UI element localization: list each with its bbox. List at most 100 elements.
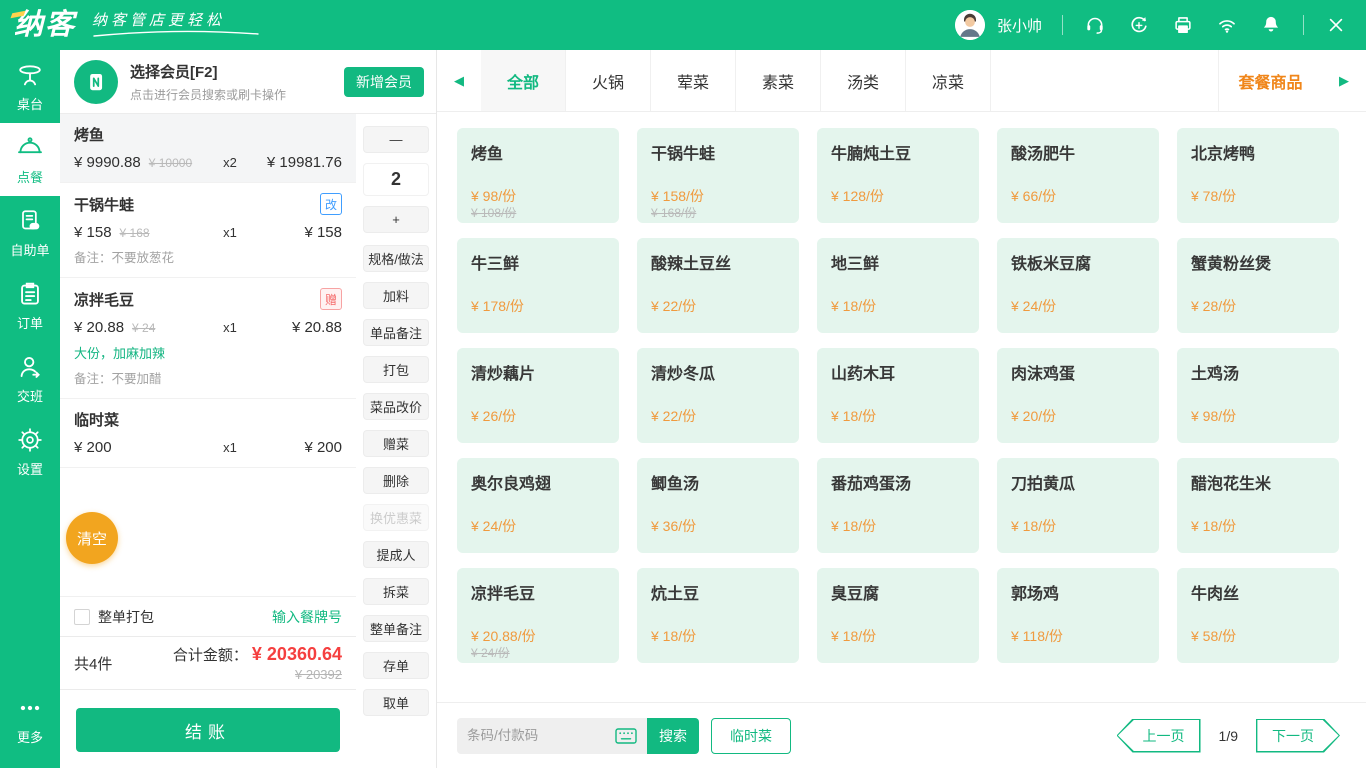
sidebar-item-more[interactable]: 更多 xyxy=(0,683,60,756)
sidebar-item-self-order[interactable]: 自助单 xyxy=(0,196,60,269)
menu-item-card[interactable]: 清炒藕片¥ 26/份 xyxy=(457,348,619,443)
menu-item-card[interactable]: 土鸡汤¥ 98/份 xyxy=(1177,348,1339,443)
menu-item-card[interactable]: 炕土豆¥ 18/份 xyxy=(637,568,799,663)
order-item-badge-gift[interactable]: 赠 xyxy=(320,288,342,310)
enter-table-number-link[interactable]: 输入餐牌号 xyxy=(272,607,342,627)
menu-item-card[interactable]: 郭场鸡¥ 118/份 xyxy=(997,568,1159,663)
pack-whole-order-checkbox[interactable] xyxy=(74,609,90,625)
keyboard-icon[interactable] xyxy=(615,727,639,745)
dish-price: ¥ 18/份 xyxy=(831,626,876,646)
order-item[interactable]: 临时菜¥ 200x1¥ 200 xyxy=(60,399,356,468)
menu-item-card[interactable]: 铁板米豆腐¥ 24/份 xyxy=(997,238,1159,333)
menu-item-card[interactable]: 山药木耳¥ 18/份 xyxy=(817,348,979,443)
action-save-order-button[interactable]: 存单 xyxy=(363,652,429,679)
menu-item-card[interactable]: 北京烤鸭¥ 78/份 xyxy=(1177,128,1339,223)
avatar[interactable] xyxy=(955,10,985,40)
order-item[interactable]: 凉拌毛豆赠¥ 20.88¥ 24x1¥ 20.88大份，加麻加辣备注：不要加醋 xyxy=(60,278,356,399)
menu-item-card[interactable]: 地三鲜¥ 18/份 xyxy=(817,238,979,333)
action-add-ingredient-button[interactable]: 加料 xyxy=(363,282,429,309)
menu-item-card[interactable]: 牛腩炖土豆¥ 128/份 xyxy=(817,128,979,223)
menu-item-card[interactable]: 醋泡花生米¥ 18/份 xyxy=(1177,458,1339,553)
action-change-price-button[interactable]: 菜品改价 xyxy=(363,393,429,420)
qty-plus-button[interactable]: + xyxy=(363,206,429,233)
menu-item-card[interactable]: 凉拌毛豆¥ 20.88/份¥ 24/份 xyxy=(457,568,619,663)
menu-item-card[interactable]: 臭豆腐¥ 18/份 xyxy=(817,568,979,663)
cloud-sync-icon[interactable] xyxy=(1127,13,1151,37)
menu-item-card[interactable]: 刀拍黄瓜¥ 18/份 xyxy=(997,458,1159,553)
dish-name: 酸汤肥牛 xyxy=(1011,140,1145,164)
page-indicator: 1/9 xyxy=(1219,728,1238,744)
menu-item-card[interactable]: 清炒冬瓜¥ 22/份 xyxy=(637,348,799,443)
sidebar-item-shift[interactable]: 交班 xyxy=(0,342,60,415)
pack-whole-order-label: 整单打包 xyxy=(98,607,154,627)
total-label: 合计金额： xyxy=(173,644,248,665)
dish-price: ¥ 98/份 xyxy=(1191,406,1236,426)
menu-item-card[interactable]: 烤鱼¥ 98/份¥ 108/份 xyxy=(457,128,619,223)
tab-category[interactable]: 全部 xyxy=(481,50,566,111)
action-spec-method-button[interactable]: 规格/做法 xyxy=(363,245,429,272)
action-retrieve-order-button[interactable]: 取单 xyxy=(363,689,429,716)
order-item[interactable]: 烤鱼¥ 9990.88¥ 10000x2¥ 19981.76 xyxy=(60,114,356,183)
tab-category[interactable]: 凉菜 xyxy=(906,50,991,111)
tab-combo-products[interactable]: 套餐商品 xyxy=(1218,50,1322,111)
order-list[interactable]: 烤鱼¥ 9990.88¥ 10000x2¥ 19981.76干锅牛蛙改¥ 158… xyxy=(60,114,356,596)
member-select-header[interactable]: 选择会员[F2] 点击进行会员搜索或刷卡操作 新增会员 xyxy=(60,50,436,114)
action-gift-dish-button[interactable]: 赠菜 xyxy=(363,430,429,457)
menu-item-card[interactable]: 番茄鸡蛋汤¥ 18/份 xyxy=(817,458,979,553)
topbar-right: 张小帅 xyxy=(955,10,1348,40)
qty-minus-button[interactable]: — xyxy=(363,126,429,153)
dish-name: 炕土豆 xyxy=(651,580,785,604)
headset-icon[interactable] xyxy=(1083,13,1107,37)
category-scroll-right-icon[interactable]: ▶ xyxy=(1322,50,1366,111)
prev-page-button[interactable]: 上一页 xyxy=(1117,719,1201,753)
wifi-icon[interactable] xyxy=(1215,13,1239,37)
sidebar-item-order[interactable]: 点餐 xyxy=(0,123,60,196)
action-order-note-button[interactable]: 整单备注 xyxy=(363,615,429,642)
totals-right: 合计金额： ¥ 20360.64 ¥ 20392 xyxy=(173,644,342,682)
username[interactable]: 张小帅 xyxy=(997,15,1042,36)
bell-icon[interactable] xyxy=(1259,13,1283,37)
self-order-icon xyxy=(16,207,44,235)
menu-item-card[interactable]: 干锅牛蛙¥ 158/份¥ 168/份 xyxy=(637,128,799,223)
clear-order-button[interactable]: 清空 xyxy=(66,512,118,564)
category-scroll-left-icon[interactable]: ◀ xyxy=(437,50,481,111)
add-member-button[interactable]: 新增会员 xyxy=(344,67,424,97)
sidebar-item-orders[interactable]: 订单 xyxy=(0,269,60,342)
prev-page-label: 上一页 xyxy=(1117,719,1201,753)
barcode-input[interactable] xyxy=(467,728,615,743)
action-split-dish-button[interactable]: 拆菜 xyxy=(363,578,429,605)
action-commission-button[interactable]: 提成人 xyxy=(363,541,429,568)
tab-category[interactable]: 荤菜 xyxy=(651,50,736,111)
search-button[interactable]: 搜索 xyxy=(647,718,699,754)
menu-item-card[interactable]: 酸辣土豆丝¥ 22/份 xyxy=(637,238,799,333)
checkout-button[interactable]: 结账 xyxy=(76,708,340,752)
menu-item-card[interactable]: 蟹黄粉丝煲¥ 28/份 xyxy=(1177,238,1339,333)
tab-category[interactable]: 火锅 xyxy=(566,50,651,111)
dish-name: 烤鱼 xyxy=(471,140,605,164)
menu-item-card[interactable]: 肉沫鸡蛋¥ 20/份 xyxy=(997,348,1159,443)
tab-category[interactable]: 素菜 xyxy=(736,50,821,111)
sidebar-item-settings[interactable]: 设置 xyxy=(0,415,60,488)
sidebar-item-table[interactable]: 桌台 xyxy=(0,50,60,123)
sidebar-item-label: 更多 xyxy=(17,727,43,746)
category-tabs: 全部火锅荤菜素菜汤类凉菜 xyxy=(481,50,991,111)
order-item[interactable]: 干锅牛蛙改¥ 158¥ 168x1¥ 158备注：不要放葱花 xyxy=(60,183,356,278)
menu-item-card[interactable]: 牛肉丝¥ 58/份 xyxy=(1177,568,1339,663)
action-item-note-button[interactable]: 单品备注 xyxy=(363,319,429,346)
menu-item-card[interactable]: 牛三鲜¥ 178/份 xyxy=(457,238,619,333)
tab-category[interactable]: 汤类 xyxy=(821,50,906,111)
next-page-label: 下一页 xyxy=(1256,719,1340,753)
menu-item-card[interactable]: 奥尔良鸡翅¥ 24/份 xyxy=(457,458,619,553)
printer-icon[interactable] xyxy=(1171,13,1195,37)
temp-dish-button[interactable]: 临时菜 xyxy=(711,718,791,754)
dish-original-price: ¥ 108/份 xyxy=(471,204,516,221)
tagline-underline-icon xyxy=(92,30,260,38)
order-item-badge-modify[interactable]: 改 xyxy=(320,193,342,215)
close-icon[interactable] xyxy=(1324,13,1348,37)
action-delete-button[interactable]: 删除 xyxy=(363,467,429,494)
menu-item-card[interactable]: 酸汤肥牛¥ 66/份 xyxy=(997,128,1159,223)
menu-item-card[interactable]: 鲫鱼汤¥ 36/份 xyxy=(637,458,799,553)
dish-price: ¥ 18/份 xyxy=(1191,516,1236,536)
next-page-button[interactable]: 下一页 xyxy=(1256,719,1340,753)
action-pack-button[interactable]: 打包 xyxy=(363,356,429,383)
